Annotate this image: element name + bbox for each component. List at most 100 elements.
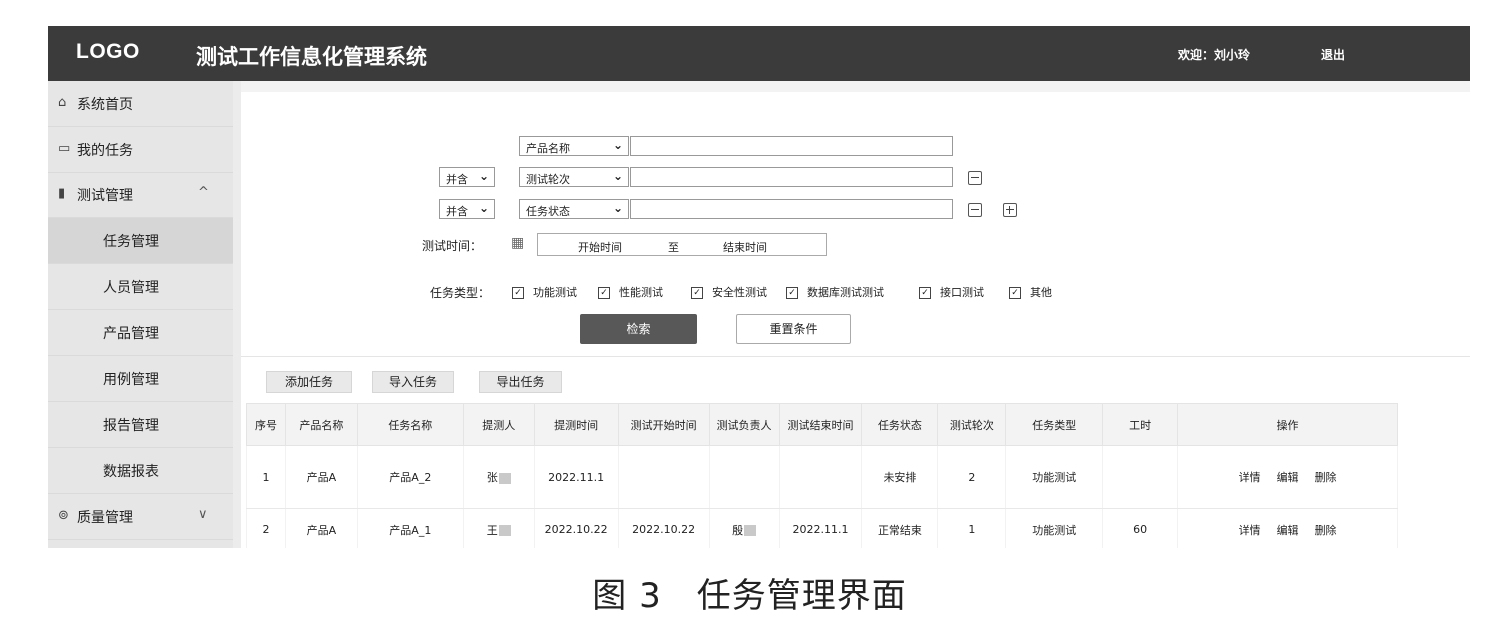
task-type-checkbox[interactable]: ✓ 安全性测试 [691,284,767,300]
task-type-label-text: 接口测试 [940,286,984,299]
task-type-checkbox[interactable]: ✓ 其他 [1009,284,1052,300]
sidebar-item-label: 质量管理 [77,510,133,526]
sidebar-item-label: 我的任务 [77,143,133,159]
column-header: 操作 [1177,403,1398,446]
table-cell: 王 [462,508,535,548]
task-type-label: 任务类型： [430,286,491,300]
field-select-1[interactable]: 产品名称 ⌄ [519,136,629,156]
table-cell: 2022.11.1 [533,445,619,509]
cell-text: 2022.11.1 [792,523,849,536]
sidebar-item-4[interactable]: 人员管理 [48,264,233,310]
operations-cell: 详情 编辑 删除 [1177,445,1398,509]
table-cell: 产品A_1 [356,508,464,548]
condition-input-3[interactable] [630,199,953,219]
table-cell [1102,445,1179,509]
column-header: 产品名称 [284,403,358,446]
column-header: 测试轮次 [937,403,1007,446]
table-cell [708,445,780,509]
logout-link[interactable]: 退出 [1321,46,1345,63]
chevron-down-icon: ⌄ [612,138,623,152]
sidebar-item-label: 测试管理 [77,188,133,204]
field-select-2[interactable]: 测试轮次 ⌄ [519,167,629,187]
edit-link[interactable]: 编辑 [1277,524,1299,537]
task-type-checkbox[interactable]: ✓ 接口测试 [919,284,984,300]
search-button[interactable]: 检索 [580,314,697,344]
table-cell: 功能测试 [1005,508,1104,548]
reset-button[interactable]: 重置条件 [736,314,851,344]
sidebar-item-7[interactable]: 报告管理 [48,402,233,448]
cell-text: 产品A_1 [389,523,432,537]
remove-condition-button[interactable] [968,203,982,217]
condition-input-2[interactable] [630,167,953,187]
date-range-input[interactable]: 开始时间 至 结束时间 [537,233,827,256]
field-select-3-value: 任务状态 [526,205,570,218]
chevron-down-icon: ⌄ [478,169,489,183]
cell-text: 功能测试 [1032,471,1077,484]
table-cell: 功能测试 [1005,445,1104,509]
add-task-button[interactable]: 添加任务 [266,371,352,393]
plus-icon-vertical [1009,206,1010,214]
sidebar-item-5[interactable]: 产品管理 [48,310,233,356]
chevron-down-icon[interactable]: ∨ [198,507,208,522]
section-divider [241,356,1470,357]
table-cell: 2 [937,445,1007,509]
field-select-3[interactable]: 任务状态 ⌄ [519,199,629,219]
sidebar-item-9[interactable]: ⊚ 质量管理 ∨ [48,494,233,540]
edit-link[interactable]: 编辑 [1277,471,1299,484]
table-cell: 2022.10.22 [533,508,619,548]
sidebar-item-8[interactable]: 数据报表 [48,448,233,494]
checkbox-checked-icon[interactable]: ✓ [691,287,703,299]
cell-text: 未安排 [883,471,917,484]
column-header: 任务类型 [1005,403,1104,446]
task-type-checkbox[interactable]: ✓ 数据库测试测试 [786,284,884,300]
cell-text: 1 [968,523,976,536]
sidebar-item-label: 系统首页 [77,97,133,113]
logic-select-3[interactable]: 并含 ⌄ [439,199,495,219]
table-cell: 张 [462,445,535,509]
cell-text: 王 [486,523,498,537]
column-header: 任务状态 [861,403,939,446]
import-task-button[interactable]: 导入任务 [372,371,454,393]
task-type-checkbox[interactable]: ✓ 功能测试 [512,284,577,300]
cell-text: 1 [262,470,270,484]
chevron-down-icon: ⌄ [478,201,489,215]
task-type-label-text: 安全性测试 [712,286,767,299]
field-select-1-value: 产品名称 [526,142,570,155]
checkbox-checked-icon[interactable]: ✓ [512,287,524,299]
figure-caption: 图 3 任务管理界面 [592,576,907,616]
calendar-icon[interactable]: ▦ [511,235,524,251]
checkbox-checked-icon[interactable]: ✓ [1009,287,1021,299]
sidebar-item-6[interactable]: 用例管理 [48,356,233,402]
chevron-up-icon[interactable]: ^ [198,185,209,200]
remove-condition-button[interactable] [968,171,982,185]
column-header: 提测时间 [533,403,619,446]
export-task-button[interactable]: 导出任务 [479,371,562,393]
test-time-label: 测试时间： [422,239,483,253]
add-condition-button[interactable] [1003,203,1017,217]
sidebar-item-3[interactable]: 任务管理 [48,218,233,264]
column-header: 任务名称 [356,403,464,446]
minus-icon [971,209,979,210]
logic-select-2[interactable]: 并含 ⌄ [439,167,495,187]
checkbox-checked-icon[interactable]: ✓ [598,287,610,299]
operations-cell: 详情 编辑 删除 [1177,508,1398,548]
task-type-checkbox[interactable]: ✓ 性能测试 [598,284,663,300]
task-type-label-text: 其他 [1030,286,1052,299]
delete-link[interactable]: 删除 [1315,524,1337,537]
column-header: 测试开始时间 [617,403,710,446]
sidebar-item-0[interactable]: ⌂ 系统首页 [48,81,233,127]
condition-input-1[interactable] [630,136,953,156]
detail-link[interactable]: 详情 [1239,471,1261,484]
cell-text: 殷 [732,523,744,537]
delete-link[interactable]: 删除 [1315,471,1337,484]
sidebar-item-1[interactable]: ▭ 我的任务 [48,127,233,173]
table-cell: 1 [937,508,1007,548]
checkbox-checked-icon[interactable]: ✓ [786,287,798,299]
start-time-placeholder: 开始时间 [578,241,622,254]
checkbox-checked-icon[interactable]: ✓ [919,287,931,299]
detail-link[interactable]: 详情 [1239,524,1261,537]
welcome-text: 欢迎：刘小玲 [1178,48,1251,62]
table-cell: 产品A_2 [356,445,464,509]
sidebar-item-2[interactable]: ▮ 测试管理 ^ [48,172,233,218]
column-header: 测试负责人 [708,403,780,446]
